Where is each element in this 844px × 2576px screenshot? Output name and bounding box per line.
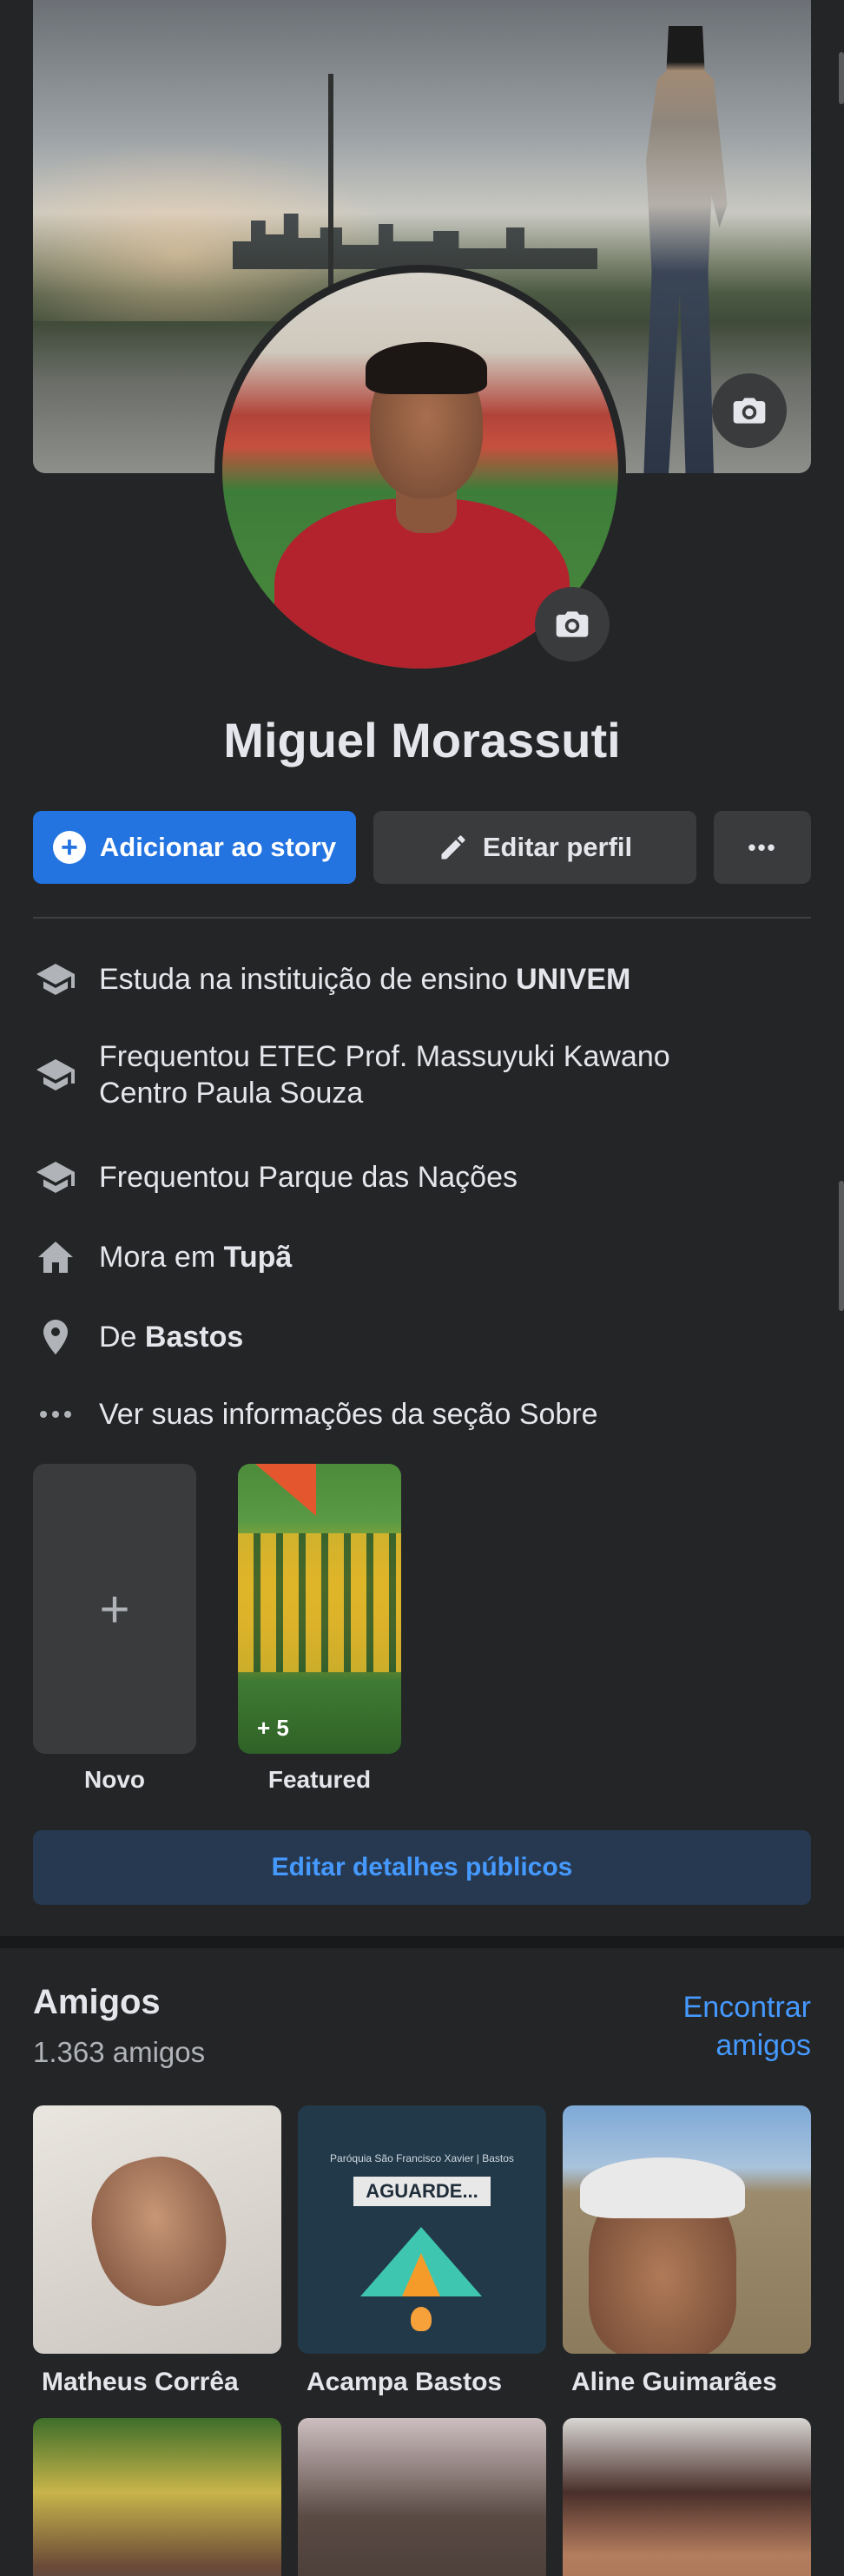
friend-card[interactable]: Matheus Corrêa xyxy=(33,2105,281,2397)
new-highlight-button[interactable]: + xyxy=(33,1464,196,1754)
more-dots-icon xyxy=(33,1392,78,1437)
divider xyxy=(33,917,811,919)
info-studies[interactable]: Estuda na instituição de ensino UNIVEM xyxy=(33,957,811,1002)
friend-card[interactable] xyxy=(563,2418,811,2576)
info-from[interactable]: De Bastos xyxy=(33,1314,811,1360)
featured-count: + 5 xyxy=(257,1715,289,1741)
edit-cover-camera-button[interactable] xyxy=(712,373,787,448)
featured-group-photo xyxy=(238,1533,401,1672)
info-lives-in[interactable]: Mora em Tupã xyxy=(33,1235,811,1280)
plus-icon: + xyxy=(99,1579,130,1638)
info-etec[interactable]: Frequentou ETEC Prof. Massuyuki Kawano Ce… xyxy=(33,1038,811,1111)
info-see-about[interactable]: Ver suas informações da seção Sobre xyxy=(33,1392,811,1437)
info-see-about-text: Ver suas informações da seção Sobre xyxy=(99,1398,598,1431)
new-highlight-label: Novo xyxy=(84,1766,145,1793)
aguarde-banner: AGUARDE... xyxy=(353,2177,491,2206)
graduation-cap-icon xyxy=(33,1052,78,1097)
friend-card[interactable]: Paróquia São Francisco Xavier | Bastos A… xyxy=(298,2105,546,2397)
friend-photo xyxy=(298,2418,546,2576)
camera-icon xyxy=(733,398,766,424)
friend-photo xyxy=(563,2418,811,2576)
pencil-icon xyxy=(441,835,465,860)
friend-name: Matheus Corrêa xyxy=(42,2368,239,2396)
info-etec-text: Frequentou ETEC Prof. Massuyuki Kawano Ce… xyxy=(99,1040,670,1110)
info-from-text: De Bastos xyxy=(99,1321,244,1354)
info-parque[interactable]: Frequentou Parque das Nações xyxy=(33,1155,811,1200)
camera-icon xyxy=(556,611,589,637)
friend-card[interactable] xyxy=(298,2418,546,2576)
info-parque-text: Frequentou Parque das Nações xyxy=(99,1161,518,1194)
info-studies-text: Estuda na instituição de ensino UNIVEM xyxy=(99,963,631,996)
scrollbar-top xyxy=(839,52,844,104)
home-icon xyxy=(33,1235,78,1280)
edit-profile-button[interactable]: Editar perfil xyxy=(373,811,696,884)
avatar-hair xyxy=(366,342,487,394)
cover-lamp-pole xyxy=(328,74,333,291)
profile-name: Miguel Morassuti xyxy=(223,713,621,768)
friend-photo xyxy=(33,2418,281,2576)
scrollbar-thumb[interactable] xyxy=(839,1181,844,1311)
profile-actions: + Adicionar ao story Editar perfil ••• xyxy=(33,811,811,884)
featured-flag xyxy=(255,1464,316,1516)
more-options-button[interactable]: ••• xyxy=(714,811,811,884)
friend-photo xyxy=(563,2105,811,2354)
edit-profile-label: Editar perfil xyxy=(482,832,633,862)
friend-card[interactable] xyxy=(33,2418,281,2576)
add-story-label: Adicionar ao story xyxy=(99,832,337,862)
graduation-cap-icon xyxy=(33,957,78,1002)
featured-highlight[interactable]: + 5 xyxy=(238,1464,401,1754)
friend-name: Aline Guimarães xyxy=(571,2368,777,2396)
more-dots-icon: ••• xyxy=(748,833,777,860)
edit-avatar-camera-button[interactable] xyxy=(535,587,610,662)
friend-name: Acampa Bastos xyxy=(307,2368,503,2396)
section-separator xyxy=(0,1936,844,1948)
add-story-button[interactable]: + Adicionar ao story xyxy=(33,811,356,884)
friends-title: Amigos xyxy=(33,1983,161,2021)
plus-circle-icon: + xyxy=(52,831,86,864)
featured-highlight-label: Featured xyxy=(267,1766,372,1793)
friends-count: 1.363 amigos xyxy=(33,2036,206,2068)
location-pin-icon xyxy=(33,1314,78,1360)
edit-public-details-button[interactable]: Editar detalhes públicos xyxy=(33,1830,811,1905)
info-lives-in-text: Mora em Tupã xyxy=(99,1241,293,1274)
find-friends-link[interactable]: Encontrar amigos xyxy=(646,1988,811,2065)
banner-caption: Paróquia São Francisco Xavier | Bastos xyxy=(330,2152,514,2164)
friend-photo xyxy=(33,2105,281,2354)
campfire-icon xyxy=(411,2307,432,2331)
friend-photo: Paróquia São Francisco Xavier | Bastos A… xyxy=(298,2105,546,2354)
graduation-cap-icon xyxy=(33,1155,78,1200)
friend-card[interactable]: Aline Guimarães xyxy=(563,2105,811,2397)
